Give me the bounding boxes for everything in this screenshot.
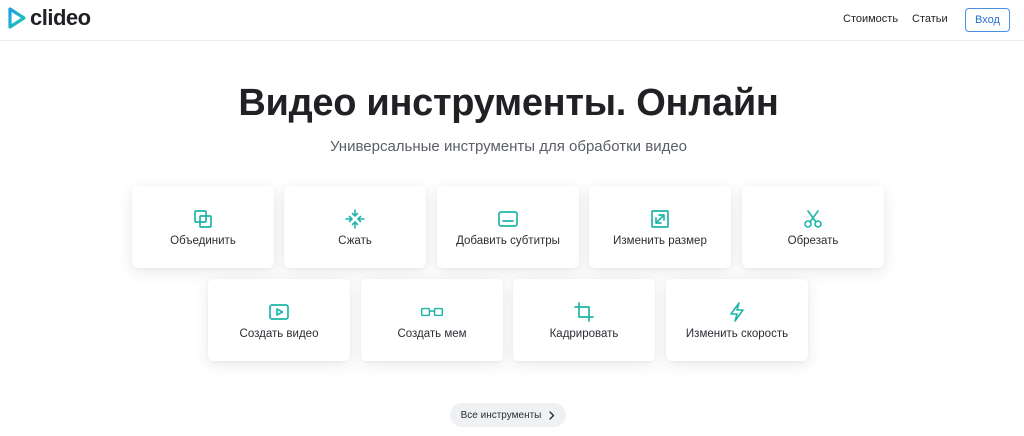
merge-icon: [191, 207, 215, 231]
tool-card-merge[interactable]: Объединить: [132, 186, 274, 268]
tool-label: Изменить скорость: [685, 328, 789, 340]
tool-label: Создать мем: [397, 328, 467, 340]
page-title: Видео инструменты. Онлайн: [238, 82, 779, 124]
tool-card-crop[interactable]: Кадрировать: [513, 279, 655, 361]
chevron-right-icon: [549, 410, 555, 420]
tool-label: Добавить субтитры: [456, 235, 560, 247]
nav-pricing-link[interactable]: Стоимость: [843, 13, 898, 25]
login-button[interactable]: Вход: [965, 8, 1010, 32]
tool-card-resize[interactable]: Изменить размер: [589, 186, 731, 268]
tool-label: Объединить: [170, 235, 236, 247]
logo-text: clideo: [30, 5, 91, 30]
compress-icon: [343, 207, 367, 231]
tool-card-create-video[interactable]: Создать видео: [208, 279, 350, 361]
tool-card-compress[interactable]: Сжать: [284, 186, 426, 268]
resize-icon: [648, 207, 672, 231]
logo[interactable]: clideo: [8, 7, 91, 29]
play-icon: [267, 300, 291, 324]
tool-label: Изменить размер: [613, 235, 707, 247]
logo-play-icon: [8, 7, 26, 29]
nav-articles-link[interactable]: Статьи: [912, 13, 948, 25]
tool-card-speed[interactable]: Изменить скорость: [666, 279, 808, 361]
glasses-icon: [420, 300, 444, 324]
tool-card-subtitles[interactable]: Добавить субтитры: [437, 186, 579, 268]
tool-label: Кадрировать: [549, 328, 619, 340]
crop-icon: [572, 300, 596, 324]
all-tools-label: Все инструменты: [460, 409, 542, 421]
all-tools-button[interactable]: Все инструменты: [450, 403, 566, 427]
page-subtitle: Универсальные инструменты для обработки …: [329, 138, 688, 155]
tool-label: Создать видео: [239, 328, 319, 340]
tool-card-meme[interactable]: Создать мем: [361, 279, 503, 361]
header: clideo Стоимость Статьи Вход: [0, 0, 1024, 41]
subtitles-icon: [496, 207, 520, 231]
tool-card-cut[interactable]: Обрезать: [742, 186, 884, 268]
lightning-icon: [725, 300, 749, 324]
tool-label: Обрезать: [787, 235, 839, 247]
tool-label: Сжать: [338, 235, 372, 247]
scissors-icon: [801, 207, 825, 231]
